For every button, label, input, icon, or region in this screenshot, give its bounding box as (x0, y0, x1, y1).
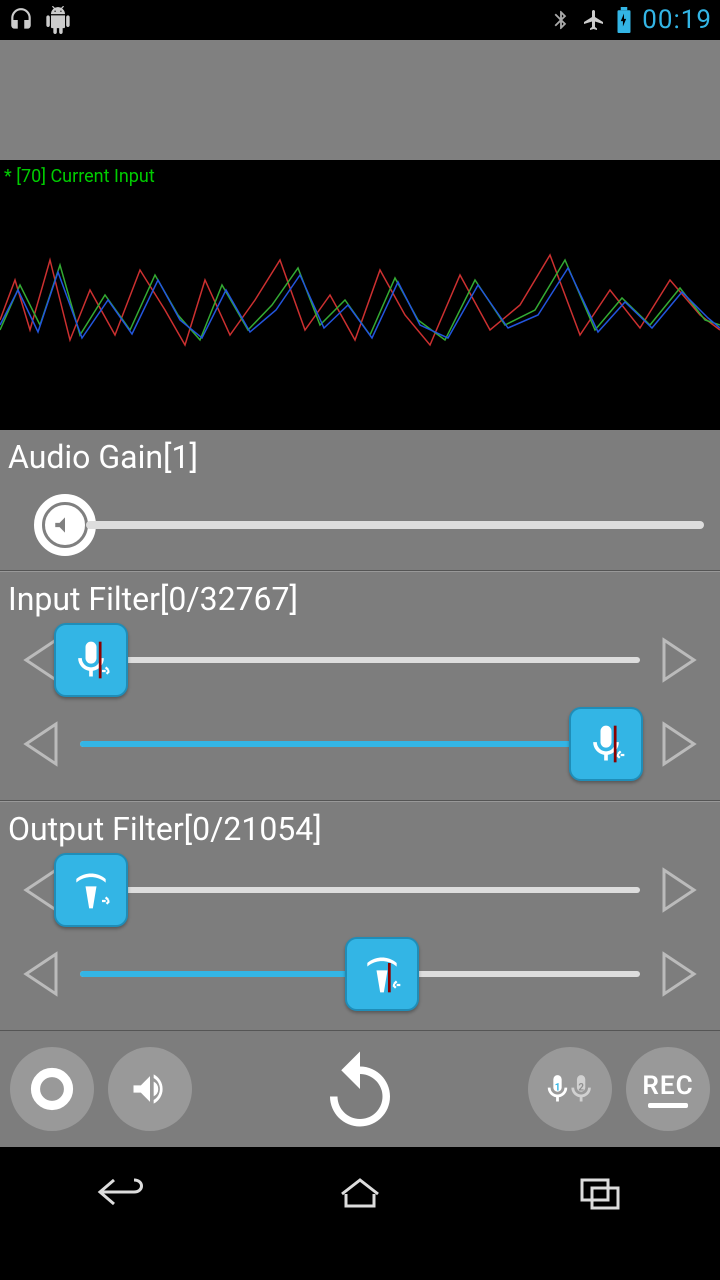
output-low-thumb[interactable] (54, 853, 128, 927)
reset-button[interactable] (275, 1039, 445, 1139)
bluetooth-icon (550, 9, 572, 31)
input-filter-high-row (8, 702, 712, 786)
waveform-display: * [70] Current Input (0, 160, 720, 430)
output-high-slider[interactable] (80, 971, 640, 977)
clock: 00:19 (642, 5, 712, 35)
input-high-increment-button[interactable] (652, 712, 706, 776)
airplane-icon (582, 8, 606, 32)
waveform-label: * [70] Current Input (4, 166, 155, 187)
home-button[interactable] (320, 1167, 400, 1217)
input-low-thumb[interactable] (54, 623, 128, 697)
mic-toggle-button[interactable]: 1 2 (528, 1047, 612, 1131)
battery-charging-icon (616, 7, 632, 33)
record-button[interactable]: REC (626, 1047, 710, 1131)
svg-text:2: 2 (578, 1082, 584, 1093)
nav-bar (0, 1147, 720, 1237)
input-low-slider[interactable] (80, 657, 640, 663)
output-high-thumb[interactable] (345, 937, 419, 1011)
input-filter-low-row (8, 618, 712, 702)
output-low-increment-button[interactable] (652, 858, 706, 922)
input-low-increment-button[interactable] (652, 628, 706, 692)
input-high-decrement-button[interactable] (14, 712, 68, 776)
status-bar: 00:19 (0, 0, 720, 40)
output-filter-high-row (8, 932, 712, 1016)
audio-gain-section: Audio Gain[1] (0, 430, 720, 571)
monitor-button[interactable] (10, 1047, 94, 1131)
input-high-slider[interactable] (80, 741, 640, 747)
output-filter-low-row (8, 848, 712, 932)
record-label: REC (642, 1071, 693, 1101)
input-filter-section: Input Filter[0/32767] (0, 571, 720, 801)
output-high-decrement-button[interactable] (14, 942, 68, 1006)
speaker-button[interactable] (108, 1047, 192, 1131)
top-spacer (0, 40, 720, 160)
audio-gain-label: Audio Gain[1] (8, 438, 712, 476)
svg-text:1: 1 (555, 1082, 561, 1093)
output-filter-label: Output Filter[0/21054] (8, 810, 712, 848)
output-filter-section: Output Filter[0/21054] (0, 801, 720, 1031)
record-underline-icon (648, 1103, 688, 1108)
recents-button[interactable] (560, 1167, 640, 1217)
toolbar: 1 2 REC (0, 1031, 720, 1147)
input-high-thumb[interactable] (569, 707, 643, 781)
back-button[interactable] (80, 1167, 160, 1217)
output-low-slider[interactable] (80, 887, 640, 893)
headphones-icon (8, 7, 34, 33)
input-filter-label: Input Filter[0/32767] (8, 580, 712, 618)
android-icon (44, 6, 72, 34)
output-high-increment-button[interactable] (652, 942, 706, 1006)
audio-gain-slider-track[interactable] (86, 521, 704, 529)
